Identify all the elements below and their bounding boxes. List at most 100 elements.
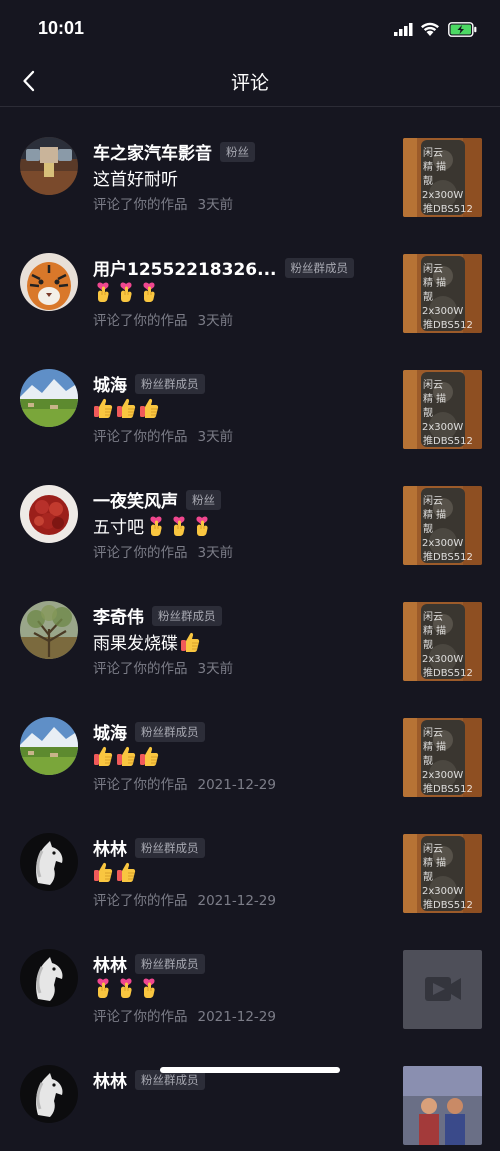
timestamp: 2021-12-29 [197, 777, 276, 793]
video-thumbnail[interactable]: 闲云精 描 靓 2x300W 推DBS512 [403, 254, 482, 333]
avatar[interactable] [20, 369, 78, 427]
crossed-fingers-icon [139, 281, 159, 303]
svg-text:推DBS512: 推DBS512 [423, 434, 473, 447]
user-name[interactable]: 城海 [93, 371, 127, 396]
svg-text:2x300W: 2x300W [422, 422, 463, 433]
timestamp: 3天前 [197, 313, 234, 329]
video-thumbnail[interactable]: 闲云精 描 靓 2x300W 推DBS512 [403, 138, 482, 217]
crossed-fingers-icon [139, 977, 159, 999]
svg-text:精 描: 精 描 [423, 856, 446, 869]
timestamp: 3天前 [197, 661, 234, 677]
fan-badge: 粉丝群成员 [152, 605, 222, 626]
name-row: 李奇伟 粉丝群成员 [93, 603, 222, 628]
svg-text:2x300W: 2x300W [422, 654, 463, 665]
comment-item[interactable]: 林林 粉丝群成员 [0, 1035, 500, 1151]
comment-text: 五寸吧 [93, 518, 144, 538]
svg-text:闲云: 闲云 [423, 726, 443, 739]
avatar[interactable] [20, 485, 78, 543]
comment-item[interactable]: 李奇伟 粉丝群成员 雨果发烧碟 评论了你的作品 3天前 闲云精 描 靓 2x300W 推DB… [0, 571, 500, 687]
fan-badge: 粉丝群成员 [135, 837, 205, 858]
svg-text:精 描: 精 描 [423, 624, 446, 637]
name-row: 城海 粉丝群成员 [93, 719, 205, 744]
thumbs-up-icon [139, 745, 159, 767]
svg-text:2x300W: 2x300W [422, 770, 463, 781]
comment-meta: 评论了你的作品 2021-12-29 [93, 1005, 276, 1025]
comment-item[interactable]: 一夜笑风声 粉丝 五寸吧 评论了你的作品 3天前 闲云精 描 靓 2x300W 推DBS51… [0, 455, 500, 571]
svg-text:靓: 靓 [423, 870, 433, 883]
comment-item[interactable]: 林林 粉丝群成员 评论了你的作品 2021-12-29 闲云精 描 靓 2x300W 推D… [0, 803, 500, 919]
crossed-fingers-icon [146, 515, 166, 537]
crossed-fingers-icon [116, 281, 136, 303]
comment-item[interactable]: 用户12552218326... 粉丝群成员 评论了你的作品 3天前 闲云精 描 靓 2… [0, 223, 500, 339]
action-text: 评论了你的作品 [93, 777, 188, 793]
name-row: 用户12552218326... 粉丝群成员 [93, 255, 354, 280]
svg-text:闲云: 闲云 [423, 494, 443, 507]
crossed-fingers-icon [192, 515, 212, 537]
crossed-fingers-icon [93, 977, 113, 999]
thumbs-up-icon [93, 861, 113, 883]
avatar[interactable] [20, 1065, 78, 1123]
user-name[interactable]: 用户12552218326... [93, 255, 277, 280]
comment-item[interactable]: 林林 粉丝群成员评论了你的作品 2021-12-29 [0, 919, 500, 1035]
signal-icon [394, 23, 413, 36]
svg-text:2x300W: 2x300W [422, 538, 463, 549]
user-name[interactable]: 一夜笑风声 [93, 487, 178, 512]
crossed-fingers-icon [116, 977, 136, 999]
action-text: 评论了你的作品 [93, 197, 188, 213]
comment-meta: 评论了你的作品 2021-12-29 [93, 773, 276, 793]
comment-meta: 评论了你的作品 3天前 [93, 193, 233, 213]
svg-text:靓: 靓 [423, 638, 433, 651]
thumbs-up-icon [116, 861, 136, 883]
user-name[interactable]: 城海 [93, 719, 127, 744]
timestamp: 3天前 [197, 197, 234, 213]
comment-row [93, 861, 139, 883]
video-thumbnail[interactable] [403, 1066, 482, 1145]
user-name[interactable]: 林林 [93, 835, 127, 860]
avatar[interactable] [20, 717, 78, 775]
video-thumbnail[interactable]: 闲云精 描 靓 2x300W 推DBS512 [403, 718, 482, 797]
svg-text:精 描: 精 描 [423, 392, 446, 405]
action-text: 评论了你的作品 [93, 893, 188, 909]
avatar[interactable] [20, 949, 78, 1007]
svg-text:推DBS512: 推DBS512 [423, 202, 473, 215]
comment-item[interactable]: 城海 粉丝群成员 评论了你的作品 3天前 闲云精 描 靓 2x300W 推DBS512 [0, 339, 500, 455]
svg-text:闲云: 闲云 [423, 146, 443, 159]
action-text: 评论了你的作品 [93, 1009, 188, 1025]
user-name[interactable]: 林林 [93, 1067, 127, 1092]
action-text: 评论了你的作品 [93, 661, 188, 677]
svg-text:靓: 靓 [423, 522, 433, 535]
status-bar: 10:01 [0, 0, 500, 58]
comment-row: 五寸吧 [93, 513, 215, 538]
svg-text:闲云: 闲云 [423, 262, 443, 275]
svg-text:2x300W: 2x300W [422, 306, 463, 317]
fan-badge: 粉丝 [220, 141, 255, 162]
video-thumbnail[interactable] [403, 950, 482, 1029]
fan-badge: 粉丝群成员 [135, 373, 205, 394]
crossed-fingers-icon [169, 515, 189, 537]
comment-row [93, 977, 162, 999]
avatar[interactable] [20, 137, 78, 195]
comment-item[interactable]: 车之家汽车影音 粉丝这首好耐听评论了你的作品 3天前 闲云精 描 靓 2x300W 推D… [0, 107, 500, 223]
timestamp: 3天前 [197, 429, 234, 445]
video-thumbnail[interactable]: 闲云精 描 靓 2x300W 推DBS512 [403, 834, 482, 913]
avatar[interactable] [20, 253, 78, 311]
name-row: 车之家汽车影音 粉丝 [93, 139, 255, 164]
user-name[interactable]: 李奇伟 [93, 603, 144, 628]
svg-text:闲云: 闲云 [423, 610, 443, 623]
timestamp: 2021-12-29 [197, 1009, 276, 1025]
comment-row [93, 745, 162, 767]
user-name[interactable]: 车之家汽车影音 [93, 139, 212, 164]
comment-text: 这首好耐听 [93, 170, 178, 190]
video-thumbnail[interactable]: 闲云精 描 靓 2x300W 推DBS512 [403, 486, 482, 565]
avatar[interactable] [20, 601, 78, 659]
comment-item[interactable]: 城海 粉丝群成员评论了你的作品 2021-12-29 闲云精 描 靓 2x300W 推D… [0, 687, 500, 803]
user-name[interactable]: 林林 [93, 951, 127, 976]
svg-text:推DBS512: 推DBS512 [423, 782, 473, 795]
comment-meta: 评论了你的作品 3天前 [93, 541, 233, 561]
battery-charging-icon [448, 22, 477, 37]
fan-badge: 粉丝群成员 [135, 953, 205, 974]
svg-text:精 描: 精 描 [423, 276, 446, 289]
video-thumbnail[interactable]: 闲云精 描 靓 2x300W 推DBS512 [403, 370, 482, 449]
video-thumbnail[interactable]: 闲云精 描 靓 2x300W 推DBS512 [403, 602, 482, 681]
avatar[interactable] [20, 833, 78, 891]
